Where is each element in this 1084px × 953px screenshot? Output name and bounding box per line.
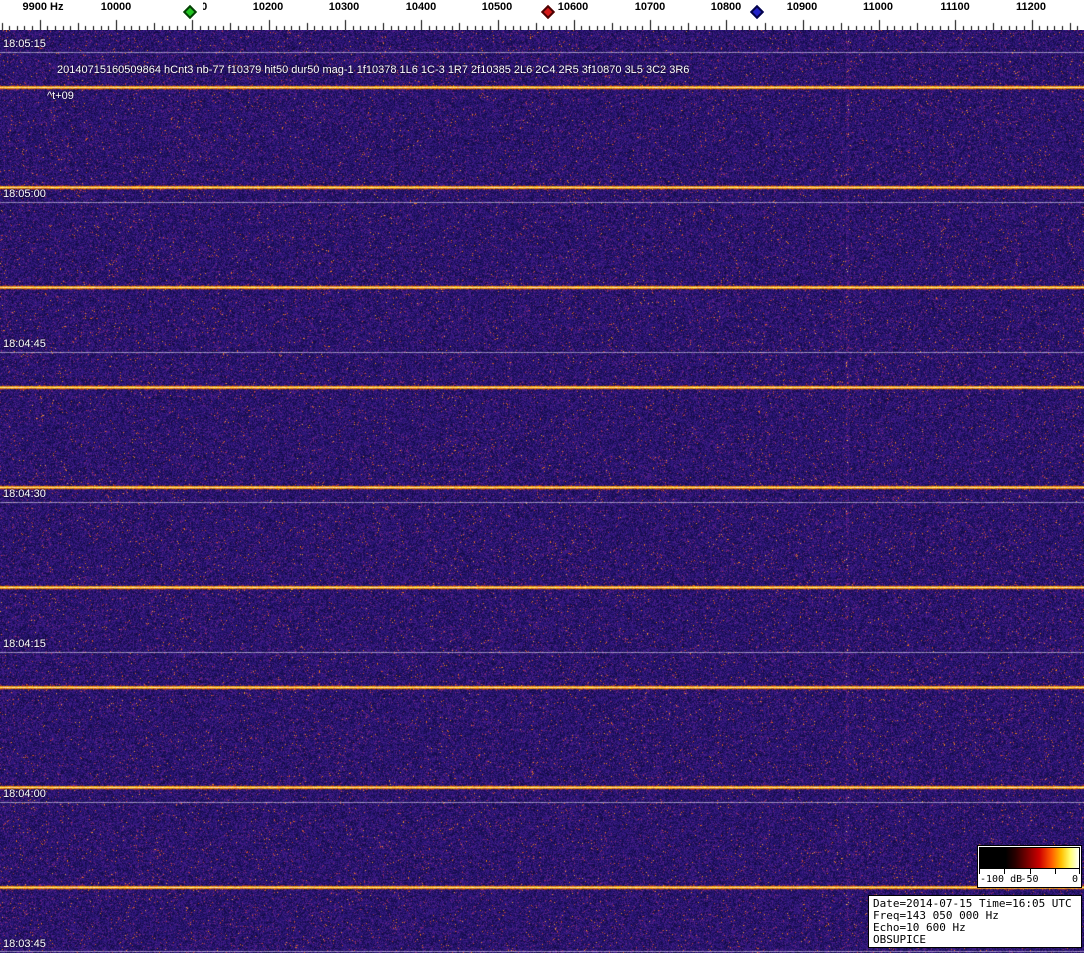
legend-label-max: 0: [1072, 874, 1078, 885]
legend-label-mid: -50: [1020, 874, 1038, 885]
freq-label-11000: 11000: [863, 1, 893, 13]
color-scale-legend: -100 dB -50 0: [977, 845, 1082, 888]
frequency-ruler: 9900 Hz100001010010200103001040010500106…: [0, 0, 1084, 30]
time-label-18-05-15: 18:05:15: [3, 38, 46, 50]
freq-label-10200: 10200: [253, 1, 284, 13]
spectrogram-area: 18:05:15 18:05:00 18:04:45 18:04:30 18:04:15…: [0, 30, 1084, 953]
time-label-18-04-15: 18:04:15: [3, 638, 46, 650]
spectrogram-canvas[interactable]: [0, 30, 1084, 953]
time-label-18-04-45: 18:04:45: [3, 338, 46, 350]
freq-label-10400: 10400: [406, 1, 437, 13]
meteor-waterfall-app: 9900 Hz100001010010200103001040010500106…: [0, 0, 1084, 953]
event-annotation-line1: 20140715160509864 hCnt3 nb-77 f10379 hit…: [57, 64, 689, 76]
time-label-18-04-30: 18:04:30: [3, 488, 46, 500]
legend-labels: -100 dB -50 0: [979, 874, 1080, 887]
time-label-18-03-45: 18:03:45: [3, 938, 46, 950]
time-label-18-05-00: 18:05:00: [3, 188, 46, 200]
frequency-tick-canvas: [0, 17, 1084, 30]
freq-label-10300: 10300: [329, 1, 360, 13]
freq-label-10900: 10900: [787, 1, 818, 13]
color-gradient-bar: [979, 847, 1080, 869]
freq-label-10000: 10000: [101, 1, 132, 13]
freq-label-9900-hz: 9900 Hz: [23, 1, 64, 13]
freq-label-10600: 10600: [558, 1, 589, 13]
freq-label-11200: 11200: [1016, 1, 1046, 13]
freq-label-10500: 10500: [482, 1, 513, 13]
freq-label-10700: 10700: [635, 1, 666, 13]
freq-label-11100: 11100: [940, 1, 969, 13]
time-label-18-04-00: 18:04:00: [3, 788, 46, 800]
event-annotation-line2: ^t+09: [47, 90, 74, 102]
info-line-station: OBSUPICE: [873, 934, 1081, 946]
freq-label-10800: 10800: [711, 1, 742, 13]
legend-label-min: -100 dB: [980, 874, 1022, 885]
info-box: Date=2014-07-15 Time=16:05 UTC Freq=143 …: [868, 895, 1082, 948]
